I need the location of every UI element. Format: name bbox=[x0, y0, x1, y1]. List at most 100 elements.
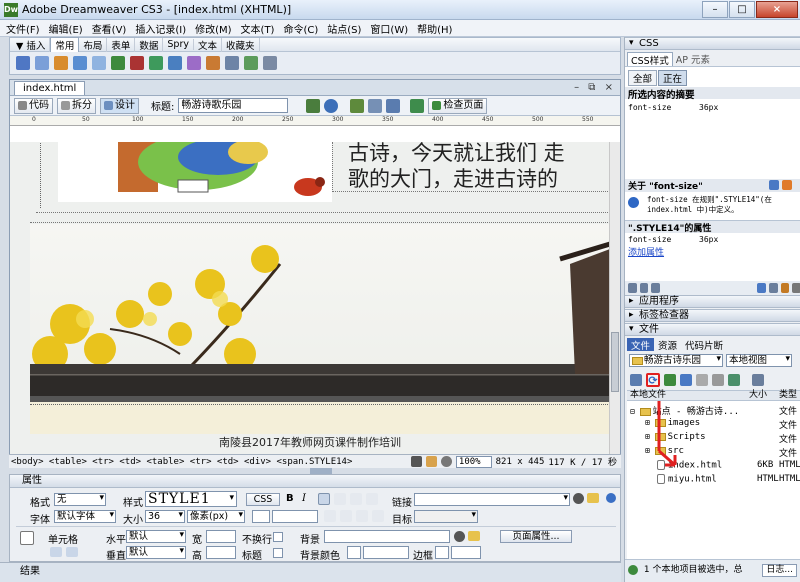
set-properties-view-icon[interactable] bbox=[651, 283, 661, 293]
rule-property[interactable]: font-size bbox=[628, 235, 671, 244]
hyperlink-icon[interactable] bbox=[16, 56, 30, 70]
image-icon[interactable] bbox=[111, 56, 125, 70]
table-icon[interactable] bbox=[73, 56, 87, 70]
close-button[interactable]: × bbox=[756, 1, 798, 18]
check-out-icon[interactable] bbox=[696, 374, 708, 386]
bg-point-to-file-icon[interactable] bbox=[454, 531, 465, 542]
insert-tab-text[interactable]: 文本 bbox=[194, 37, 222, 52]
page-properties-button[interactable]: 页面属性... bbox=[500, 530, 572, 543]
color-picker[interactable] bbox=[252, 510, 270, 523]
show-info-icon[interactable] bbox=[769, 180, 779, 190]
format-select[interactable]: 无 bbox=[54, 493, 106, 506]
validate-markup-icon[interactable] bbox=[410, 98, 425, 113]
insert-panel-toggle[interactable]: ▼ 插入 bbox=[12, 37, 51, 52]
hand-tool-icon[interactable] bbox=[425, 456, 437, 467]
tree-item-miyu-html[interactable]: miyu.html bbox=[657, 474, 717, 485]
document-window-controls[interactable]: – ⧉ × bbox=[574, 82, 616, 93]
window-size-readout[interactable]: 821 x 445 bbox=[496, 457, 545, 467]
check-in-icon[interactable] bbox=[712, 374, 724, 386]
attach-stylesheet-icon[interactable] bbox=[757, 283, 766, 293]
split-view-button[interactable]: 拆分 bbox=[57, 97, 96, 114]
files-tab[interactable]: 文件 bbox=[627, 338, 655, 352]
type-column[interactable]: 类型 bbox=[779, 391, 797, 400]
indent-icon[interactable] bbox=[372, 510, 384, 522]
site-select[interactable]: 畅游古诗乐园 bbox=[629, 354, 723, 367]
delete-css-rule-icon[interactable] bbox=[792, 283, 800, 293]
align-right-icon[interactable] bbox=[350, 493, 362, 505]
css-panel-header[interactable]: CSS bbox=[625, 37, 800, 50]
menu-window[interactable]: 窗口(W) bbox=[370, 21, 408, 36]
minimize-button[interactable]: – bbox=[702, 1, 728, 18]
show-cascade-icon[interactable] bbox=[782, 180, 792, 190]
edit-style-icon[interactable] bbox=[780, 283, 790, 293]
maximize-button[interactable]: □ bbox=[729, 1, 755, 18]
head-icon[interactable] bbox=[206, 56, 220, 70]
page-title-input[interactable]: 畅游诗歌乐园 bbox=[178, 98, 289, 113]
insert-tab-common[interactable]: 常用 bbox=[50, 37, 80, 52]
align-center-icon[interactable] bbox=[334, 493, 346, 505]
css-current-mode-button[interactable]: 正在 bbox=[658, 70, 688, 86]
menu-view[interactable]: 查看(V) bbox=[92, 21, 127, 36]
link-input[interactable] bbox=[414, 493, 570, 506]
outdent-icon[interactable] bbox=[356, 510, 368, 522]
ap-elements-tab[interactable]: AP 元素 bbox=[673, 52, 713, 66]
comment-icon[interactable] bbox=[187, 56, 201, 70]
insert-tab-favorites[interactable]: 收藏夹 bbox=[222, 37, 260, 52]
menu-modify[interactable]: 修改(M) bbox=[195, 21, 231, 36]
preview-browser-icon[interactable] bbox=[324, 98, 339, 113]
nowrap-checkbox[interactable] bbox=[273, 532, 283, 542]
insert-tab-layout[interactable]: 布局 bbox=[79, 37, 108, 52]
results-panel-header[interactable]: 结果 bbox=[0, 562, 621, 582]
zoom-select[interactable]: 100% bbox=[455, 455, 492, 468]
refresh-design-icon[interactable] bbox=[350, 98, 365, 113]
check-page-button[interactable]: 检查页面 bbox=[428, 97, 488, 114]
get-files-icon[interactable] bbox=[664, 374, 676, 386]
insert-tab-data[interactable]: 数据 bbox=[135, 37, 164, 52]
synchronize-icon[interactable] bbox=[728, 374, 740, 386]
visual-aids-icon[interactable] bbox=[386, 98, 401, 113]
local-files-column[interactable]: 本地文件 bbox=[630, 391, 666, 400]
code-view-button[interactable]: 代码 bbox=[14, 97, 53, 114]
bgcolor-picker[interactable] bbox=[347, 546, 361, 559]
height-input[interactable] bbox=[206, 546, 236, 559]
date-icon[interactable] bbox=[149, 56, 163, 70]
select-tool-icon[interactable] bbox=[410, 456, 422, 467]
templates-icon[interactable] bbox=[244, 56, 258, 70]
zoom-tool-icon[interactable] bbox=[440, 456, 452, 467]
bold-button[interactable]: B bbox=[286, 493, 294, 504]
named-anchor-icon[interactable] bbox=[54, 56, 68, 70]
target-select[interactable] bbox=[414, 510, 478, 523]
list-view-icon[interactable] bbox=[639, 283, 649, 293]
insert-tab-spry[interactable]: Spry bbox=[163, 39, 194, 50]
assets-tab[interactable]: 资源 bbox=[654, 338, 681, 352]
horz-select[interactable]: 默认 bbox=[126, 530, 186, 543]
new-css-rule-icon[interactable] bbox=[768, 283, 778, 293]
point-to-file-icon[interactable] bbox=[573, 493, 584, 504]
tag-selector-path[interactable]: <body> <table> <tr> <td> <table> <tr> <t… bbox=[11, 457, 352, 467]
width-input[interactable] bbox=[206, 530, 236, 543]
size-column[interactable]: 大小 bbox=[749, 391, 767, 400]
email-link-icon[interactable] bbox=[35, 56, 49, 70]
help-icon[interactable] bbox=[606, 493, 616, 503]
summary-value[interactable]: 36px bbox=[699, 103, 718, 112]
header-checkbox[interactable] bbox=[273, 548, 283, 558]
bg-browse-folder-icon[interactable] bbox=[468, 531, 480, 541]
menu-text[interactable]: 文本(T) bbox=[241, 21, 275, 36]
files-panel-header[interactable]: 文件 bbox=[625, 323, 800, 336]
css-button[interactable]: CSS bbox=[246, 493, 280, 506]
file-management-icon[interactable] bbox=[306, 98, 321, 113]
menu-file[interactable]: 文件(F) bbox=[6, 21, 40, 36]
log-button[interactable]: 日志... bbox=[762, 564, 797, 577]
merge-cells-icon[interactable] bbox=[50, 547, 62, 557]
design-canvas[interactable]: 古诗，今天就让我们 走 歌的大门，走进古诗的 南陵县2017年教师网页课件制作培… bbox=[10, 142, 610, 454]
color-input[interactable] bbox=[272, 510, 318, 523]
tag-chooser-icon[interactable] bbox=[263, 56, 277, 70]
ordered-list-icon[interactable] bbox=[340, 510, 352, 522]
vert-select[interactable]: 默认 bbox=[126, 546, 186, 559]
align-left-icon[interactable] bbox=[318, 493, 330, 505]
border-color-input[interactable] bbox=[451, 546, 481, 559]
script-icon[interactable] bbox=[225, 56, 239, 70]
div-icon[interactable] bbox=[92, 56, 106, 70]
menu-help[interactable]: 帮助(H) bbox=[417, 21, 452, 36]
add-property-link[interactable]: 添加属性 bbox=[628, 245, 664, 258]
